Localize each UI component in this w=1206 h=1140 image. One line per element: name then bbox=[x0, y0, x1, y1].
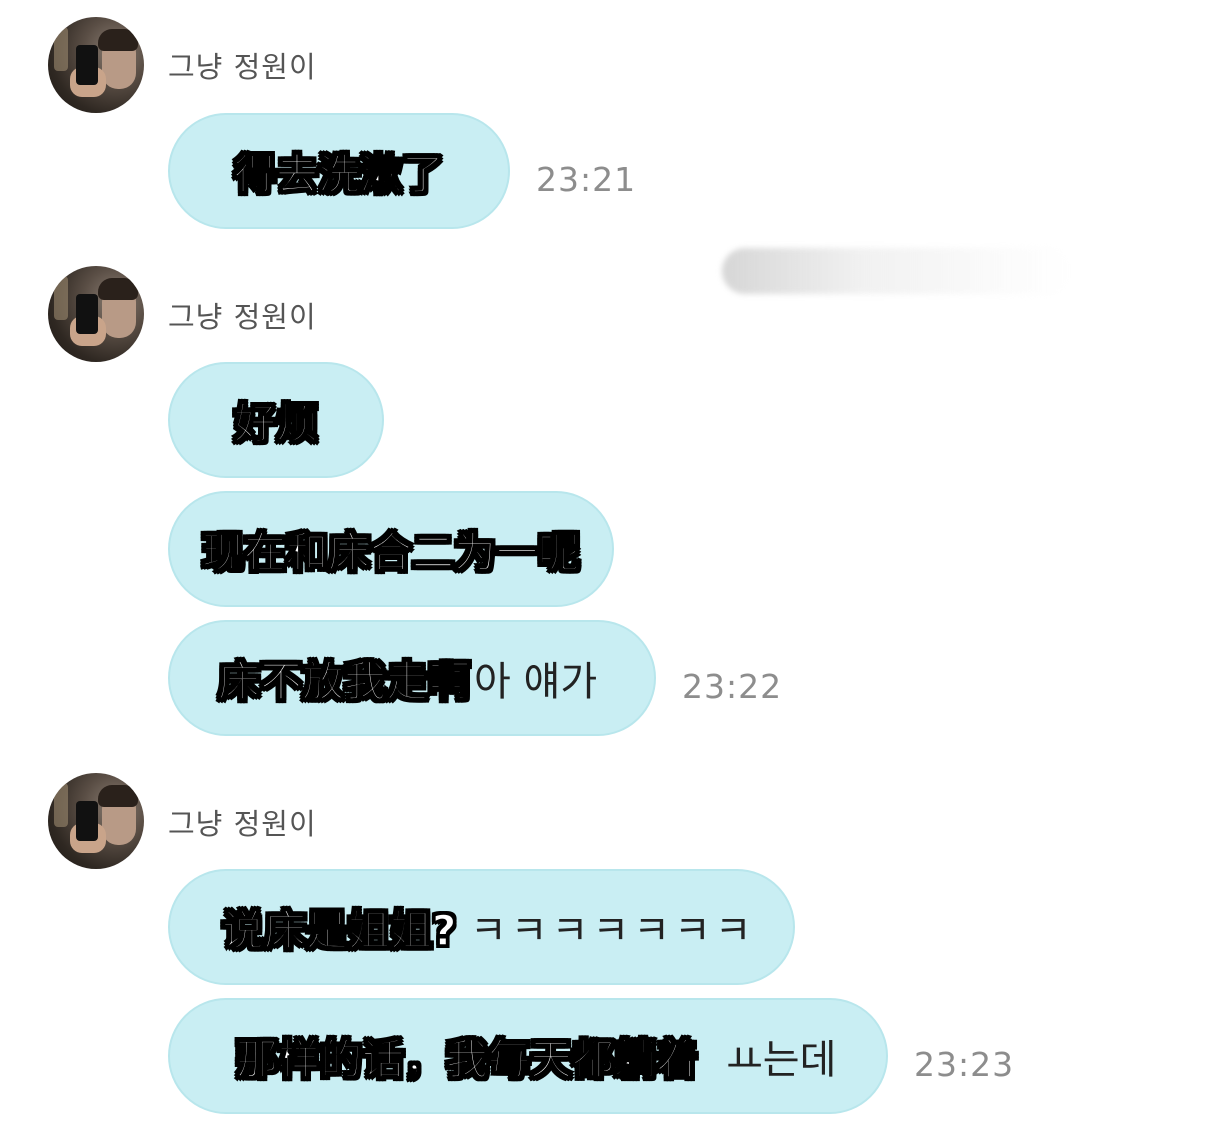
message-bubble[interactable]: 现在和床合二为一呢 bbox=[168, 491, 614, 607]
blurred-redaction bbox=[722, 248, 1072, 294]
message-bubble[interactable]: 好烦 bbox=[168, 362, 384, 478]
message-original-text: 아 얘가 bbox=[474, 659, 598, 705]
avatar-photo-detail bbox=[76, 294, 98, 334]
avatar-photo-detail bbox=[76, 801, 98, 841]
message-timestamp: 23:22 bbox=[682, 667, 783, 706]
message-translation-text: 说床是姐姐? bbox=[221, 905, 457, 956]
message-translation-text: 床不放我走啊 bbox=[217, 656, 471, 707]
message-original-text: ㅋㅋㅋㅋㅋㅋㅋ bbox=[470, 908, 756, 954]
message-translation-text: 那样的话，我每天都躺着 bbox=[235, 1034, 699, 1085]
avatar-photo-detail bbox=[98, 785, 138, 807]
message-translation-text: 得去洗漱了 bbox=[233, 149, 445, 200]
message-translation-text: 好烦 bbox=[233, 398, 319, 449]
sender-name: 그냥 정원이 bbox=[168, 807, 317, 841]
message-translation-text: 现在和床合二为一呢 bbox=[201, 527, 581, 578]
sender-avatar[interactable] bbox=[48, 17, 144, 113]
avatar-photo-detail bbox=[54, 27, 68, 71]
sender-name: 그냥 정원이 bbox=[168, 300, 317, 334]
avatar-photo-detail bbox=[54, 783, 68, 827]
avatar-photo-detail bbox=[76, 45, 98, 85]
avatar-photo-detail bbox=[54, 276, 68, 320]
avatar-photo-detail bbox=[98, 278, 138, 300]
sender-avatar[interactable] bbox=[48, 773, 144, 869]
sender-avatar[interactable] bbox=[48, 266, 144, 362]
message-bubble[interactable]: 아 얘가 床不放我走啊 bbox=[168, 620, 656, 736]
sender-name: 그냥 정원이 bbox=[168, 50, 317, 84]
message-bubble[interactable]: ㅋㅋㅋㅋㅋㅋㅋ 说床是姐姐? bbox=[168, 869, 795, 985]
message-timestamp: 23:21 bbox=[536, 160, 637, 199]
message-bubble[interactable]: ㅛ는데 那样的话，我每天都躺着 bbox=[168, 998, 888, 1114]
message-bubble[interactable]: 得去洗漱了 bbox=[168, 113, 510, 229]
message-timestamp: 23:23 bbox=[914, 1045, 1015, 1084]
message-original-text: ㅛ는데 bbox=[726, 1037, 837, 1083]
avatar-photo-detail bbox=[98, 29, 138, 51]
